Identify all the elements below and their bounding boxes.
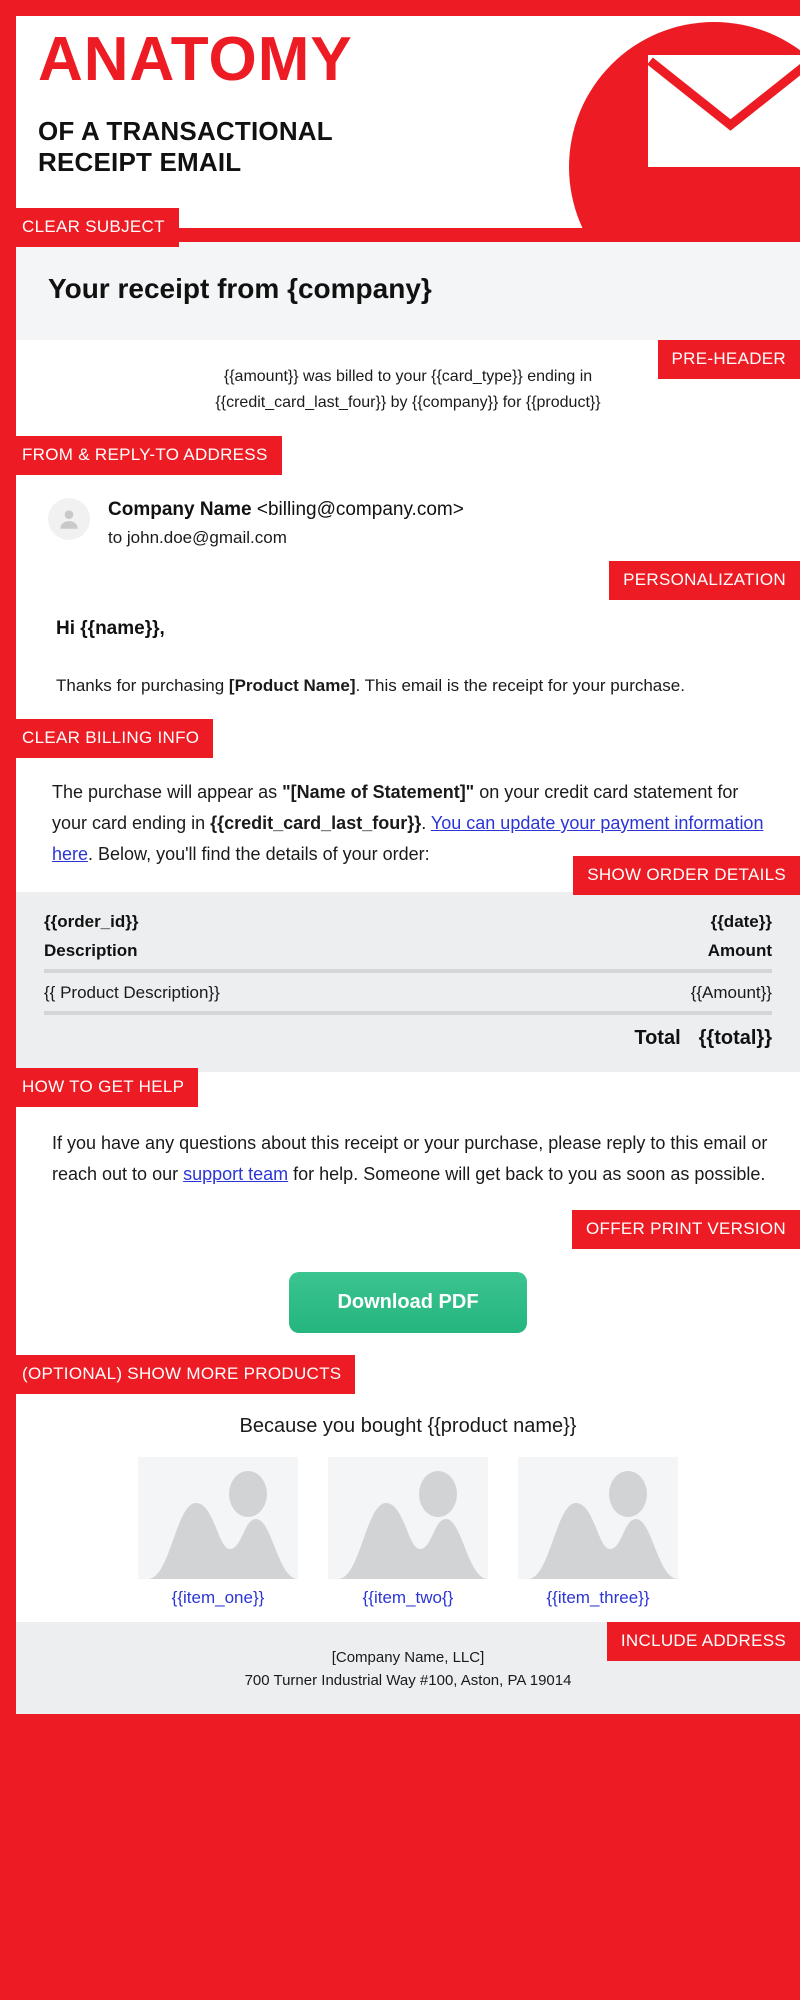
page-title: ANATOMY <box>38 25 353 94</box>
list-item[interactable]: {{item_three}} <box>518 1457 678 1608</box>
page-subtitle-line-2: RECEIPT EMAIL <box>38 147 242 177</box>
cta-section: OFFER PRINT VERSION Download PDF <box>16 1210 800 1363</box>
order-meta-row: {{order_id}} {{date}} <box>44 912 772 932</box>
support-team-link[interactable]: support team <box>183 1164 288 1184</box>
poster-header: ANATOMY OF A TRANSACTIONAL RECEIPT EMAIL <box>0 0 800 242</box>
footer-address: 700 Turner Industrial Way #100, Aston, P… <box>244 1672 572 1689</box>
billing-part-4: . Below, you'll find the details of your… <box>88 844 430 864</box>
tag-include-address: INCLUDE ADDRESS <box>606 1622 800 1661</box>
image-placeholder-icon <box>518 1457 678 1579</box>
product-label[interactable]: {{item_three}} <box>518 1588 678 1608</box>
thanks-paragraph: Thanks for purchasing [Product Name]. Th… <box>48 671 768 701</box>
thanks-prefix: Thanks for purchasing <box>56 676 229 695</box>
billing-part-1: The purchase will appear as <box>52 782 283 802</box>
tag-show-more-products: (OPTIONAL) SHOW MORE PRODUCTS <box>0 1355 356 1394</box>
total-label: Total <box>634 1027 681 1049</box>
tag-offer-print-version: OFFER PRINT VERSION <box>572 1210 800 1249</box>
greeting-text: Hi {{name}}, <box>56 618 165 639</box>
download-pdf-button[interactable]: Download PDF <box>289 1272 527 1333</box>
tag-personalization: PERSONALIZATION <box>609 561 800 600</box>
person-avatar-icon <box>48 498 90 540</box>
order-date: {{date}} <box>710 912 772 931</box>
preheader-line-2: {{credit_card_last_four}} by {{company}}… <box>215 394 601 411</box>
billing-part-3: . <box>421 813 431 833</box>
subject-bar: Your receipt from {company} <box>16 242 800 340</box>
tag-how-to-get-help: HOW TO GET HELP <box>0 1068 199 1107</box>
recipient-line: to john.doe@gmail.com <box>108 528 287 547</box>
tag-clear-subject: CLEAR SUBJECT <box>0 208 179 247</box>
billing-card-last-four: {{credit_card_last_four}} <box>210 813 422 833</box>
tag-from-reply-to: FROM & REPLY-TO ADDRESS <box>0 436 282 475</box>
image-placeholder-icon <box>138 1457 298 1579</box>
help-paragraph: If you have any questions about this rec… <box>48 1128 768 1190</box>
tag-pre-header: PRE-HEADER <box>657 340 800 379</box>
row-description: {{ Product Description}} <box>44 983 220 1002</box>
subject-section: CLEAR SUBJECT Your receipt from {company… <box>0 208 800 340</box>
page-subtitle-line-1: OF A TRANSACTIONAL <box>38 116 333 146</box>
thanks-suffix: . This email is the receipt for your pur… <box>355 676 685 695</box>
page-subtitle: OF A TRANSACTIONAL RECEIPT EMAIL <box>38 116 333 178</box>
preheader-line-1: {{amount}} was billed to your {{card_typ… <box>223 368 593 385</box>
product-label[interactable]: {{item_one}} <box>138 1588 298 1608</box>
image-placeholder-icon <box>328 1457 488 1579</box>
products-section: (OPTIONAL) SHOW MORE PRODUCTS Because yo… <box>0 1355 800 1622</box>
order-table-header: Description Amount <box>44 941 772 961</box>
envelope-icon <box>648 55 800 167</box>
from-section: FROM & REPLY-TO ADDRESS Company Name <bi… <box>0 436 800 569</box>
table-row: {{ Product Description}} {{Amount}} <box>44 983 772 1003</box>
products-block: Because you bought {{product name}} {{it… <box>16 1363 800 1622</box>
subject-line: Your receipt from {company} <box>48 273 432 304</box>
table-divider-top <box>44 969 772 973</box>
column-header-amount: Amount <box>707 941 772 960</box>
list-item[interactable]: {{item_two{} <box>328 1457 488 1608</box>
order-total-row: Total {{total}} <box>44 1027 772 1050</box>
preheader-section: PRE-HEADER {{amount}} was billed to your… <box>16 340 800 442</box>
sender-name: Company Name <box>108 499 252 520</box>
product-label[interactable]: {{item_two{} <box>328 1588 488 1608</box>
column-header-description: Description <box>44 941 138 960</box>
row-amount: {{Amount}} <box>690 983 772 1002</box>
billing-statement-name: "[Name of Statement]" <box>282 782 475 802</box>
tag-show-order-details: SHOW ORDER DETAILS <box>573 856 800 895</box>
tag-clear-billing-info: CLEAR BILLING INFO <box>0 719 214 758</box>
sender-email: <billing@company.com> <box>256 499 464 520</box>
from-lines: Company Name <billing@company.com> to jo… <box>108 496 464 551</box>
personalization-section: PERSONALIZATION Hi {{name}}, Thanks for … <box>16 561 800 723</box>
help-part-2: for help. Someone will get back to you a… <box>288 1164 766 1184</box>
order-details-panel: {{order_id}} {{date}} Description Amount… <box>16 892 800 1072</box>
products-title: Because you bought {{product name}} <box>239 1415 577 1437</box>
order-details-section: SHOW ORDER DETAILS {{order_id}} {{date}}… <box>16 856 800 1072</box>
footer-section: INCLUDE ADDRESS [Company Name, LLC] 700 … <box>16 1622 800 1714</box>
sender-line: Company Name <billing@company.com> <box>108 497 464 523</box>
infographic-poster: ANATOMY OF A TRANSACTIONAL RECEIPT EMAIL… <box>0 0 800 2000</box>
email-mock: CLEAR SUBJECT Your receipt from {company… <box>0 208 800 1714</box>
help-section: HOW TO GET HELP If you have any question… <box>0 1068 800 1216</box>
list-item[interactable]: {{item_one}} <box>138 1457 298 1608</box>
product-grid: {{item_one}} {{item_two{} {{item_three}} <box>44 1457 772 1608</box>
thanks-product-name: [Product Name] <box>228 676 356 695</box>
total-value: {{total}} <box>698 1027 772 1049</box>
order-id: {{order_id}} <box>44 912 139 931</box>
table-divider-bottom <box>44 1011 772 1015</box>
